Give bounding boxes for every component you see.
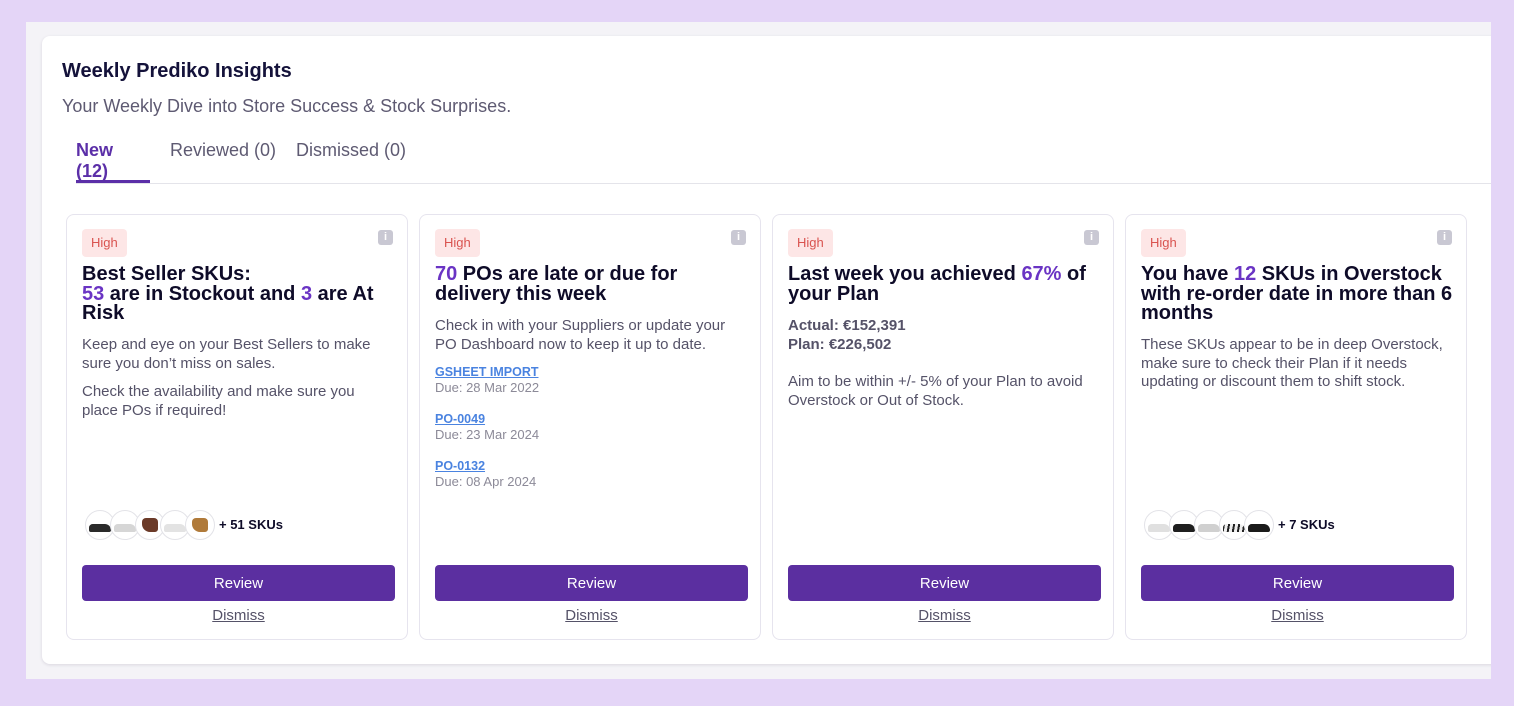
card-body: Aim to be within +/- 5% of your Plan to … xyxy=(788,373,1083,409)
panel-subtitle: Your Weekly Dive into Store Success & St… xyxy=(62,96,512,116)
insight-card-overstock: High i You have 12 SKUs in Overstock wit… xyxy=(1125,214,1467,640)
heading-highlight: 67% xyxy=(1021,263,1062,285)
info-icon[interactable]: i xyxy=(1437,230,1452,245)
card-heading: Last week you achieved 67% of your Plan xyxy=(788,263,1103,304)
heading-text: POs are late or due for delivery this we… xyxy=(435,263,678,305)
sku-thumbnail[interactable] xyxy=(1244,510,1274,540)
po-due-date: Due: 28 Mar 2022 xyxy=(435,380,540,395)
info-icon[interactable]: i xyxy=(1084,230,1099,245)
card-heading: You have 12 SKUs in Overstock with re-or… xyxy=(1141,264,1456,324)
review-button[interactable]: Review xyxy=(788,565,1101,601)
insights-panel: Weekly Prediko Insights Your Weekly Dive… xyxy=(42,36,1491,664)
tab-dismissed[interactable]: Dismissed (0) xyxy=(296,140,406,182)
priority-badge: High xyxy=(1141,229,1186,257)
dismiss-link[interactable]: Dismiss xyxy=(1141,607,1454,624)
po-item: PO-0049 Due: 23 Mar 2024 xyxy=(435,411,735,443)
panel-title: Weekly Prediko Insights xyxy=(62,60,292,82)
card-body: These SKUs appear to be in deep Overstoc… xyxy=(1141,336,1443,390)
po-due-date: Due: 08 Apr 2024 xyxy=(435,474,537,489)
info-icon[interactable]: i xyxy=(731,230,746,245)
heading-highlight: 3 xyxy=(300,282,313,305)
dismiss-link[interactable]: Dismiss xyxy=(435,607,748,624)
sku-thumbnails: + 7 SKUs xyxy=(1144,510,1464,540)
info-icon[interactable]: i xyxy=(378,230,393,245)
insight-card-late-pos: High i 70 POs are late or due for delive… xyxy=(419,214,761,640)
card-heading: Best Seller SKUs: 53 are in Stockout and … xyxy=(82,264,397,324)
app-frame: Weekly Prediko Insights Your Weekly Dive… xyxy=(26,22,1491,679)
priority-badge: High xyxy=(788,229,833,257)
more-skus-label[interactable]: + 7 SKUs xyxy=(1278,517,1335,532)
po-item: PO-0132 Due: 08 Apr 2024 xyxy=(435,458,735,490)
card-body: Check the availability and make sure you… xyxy=(82,383,355,419)
card-body: Keep and eye on your Best Sellers to mak… xyxy=(82,336,371,372)
review-button[interactable]: Review xyxy=(435,565,748,601)
dismiss-link[interactable]: Dismiss xyxy=(788,607,1101,624)
tab-reviewed[interactable]: Reviewed (0) xyxy=(170,140,276,182)
po-link[interactable]: PO-0132 xyxy=(435,458,735,474)
card-heading: 70 POs are late or due for delivery this… xyxy=(435,263,750,305)
sku-thumbnail[interactable] xyxy=(185,510,215,540)
insight-tabs: New (12) Reviewed (0) Dismissed (0) xyxy=(76,140,1491,184)
priority-badge: High xyxy=(82,229,127,257)
more-skus-label[interactable]: + 51 SKUs xyxy=(219,517,283,532)
dismiss-link[interactable]: Dismiss xyxy=(82,607,395,624)
po-link[interactable]: GSHEET IMPORT xyxy=(435,364,735,380)
sku-thumbnails: + 51 SKUs xyxy=(85,510,405,540)
plan-metric: Plan: €226,502 xyxy=(788,335,892,353)
po-link[interactable]: PO-0049 xyxy=(435,411,735,427)
review-button[interactable]: Review xyxy=(1141,565,1454,601)
priority-badge: High xyxy=(435,229,480,257)
heading-text: are in Stockout and xyxy=(104,282,301,305)
plan-metrics: Actual: €152,391 Plan: €226,502 xyxy=(788,317,1098,354)
po-due-date: Due: 23 Mar 2024 xyxy=(435,427,540,442)
card-body: Check in with your Suppliers or update y… xyxy=(435,317,726,353)
insight-card-best-sellers: High i Best Seller SKUs: 53 are in Stocko… xyxy=(66,214,408,640)
actual-metric: Actual: €152,391 xyxy=(788,317,906,334)
review-button[interactable]: Review xyxy=(82,565,395,601)
po-item: GSHEET IMPORT Due: 28 Mar 2022 xyxy=(435,364,735,396)
insight-card-plan: High i Last week you achieved 67% of you… xyxy=(772,214,1114,640)
tab-new[interactable]: New (12) xyxy=(76,140,150,183)
